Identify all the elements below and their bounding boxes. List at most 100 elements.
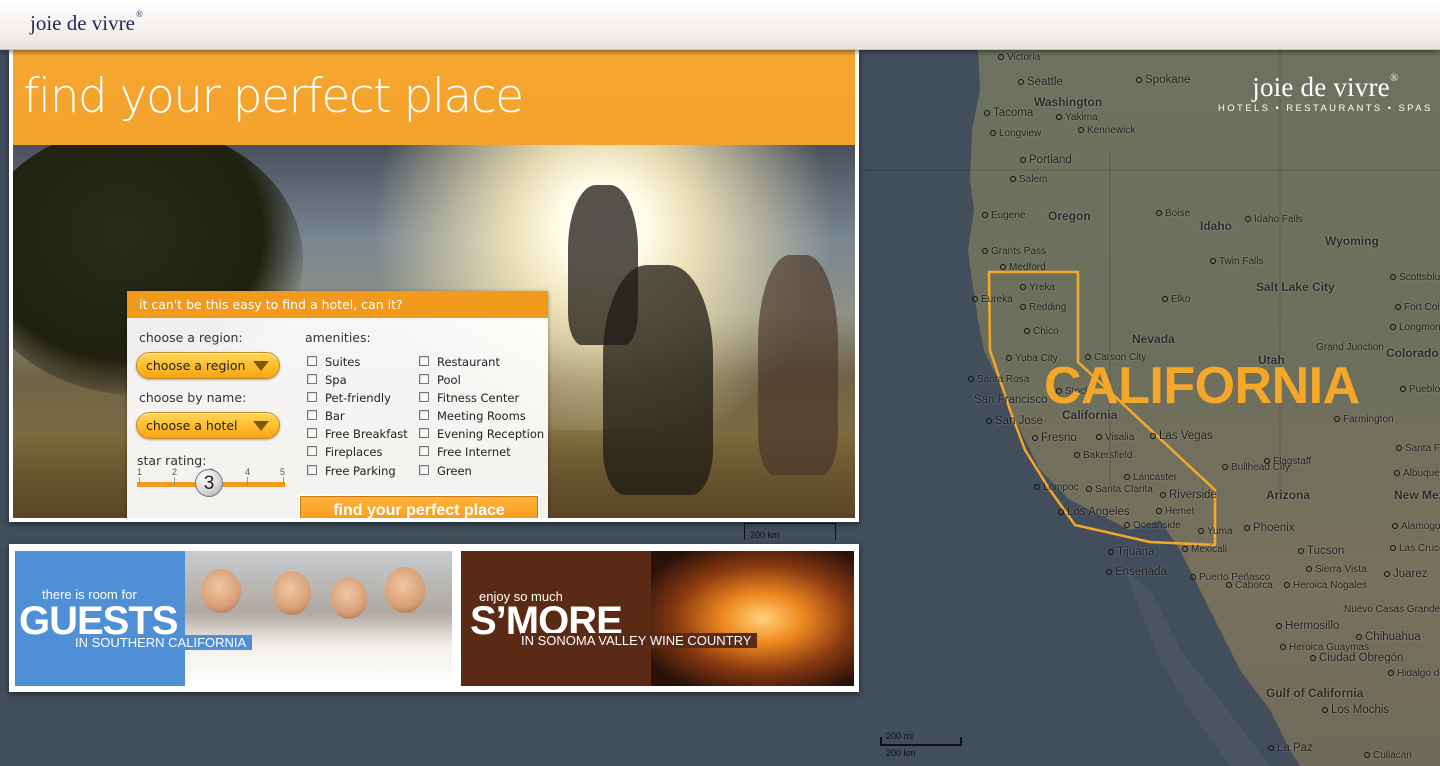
star-tick [283,477,284,485]
promo-strip: there is room for GUESTS IN SOUTHERN CAL… [9,544,859,692]
map-label: Lompoc [1034,482,1079,493]
amenity-checkbox[interactable]: Bar [307,409,345,423]
amenity-checkbox[interactable]: Free Breakfast [307,427,408,441]
map-label: Los Angeles [1058,506,1130,518]
map-label: Alamogordo [1392,521,1440,532]
map-label: Gulf of California [1266,686,1364,700]
map-label: Phoenix [1244,522,1295,534]
checkbox-icon [307,427,317,438]
promo-smore-banner[interactable]: enjoy so much S’MORE IN SONOMA VALLEY WI… [461,551,854,686]
map-label: Albuquerque [1394,468,1440,479]
checkbox-icon [307,373,317,384]
map-brand-tagline: HOTELS • RESTAURANTS • SPAS [1218,103,1433,114]
map-label: Portland [1020,154,1072,166]
map-label: Las Vegas [1150,430,1213,442]
map-label: Flagstaff [1264,456,1311,467]
map-label: Elko [1162,294,1190,305]
hero-title: find your perfect place [23,69,524,124]
checkbox-icon [419,427,429,438]
hotel-search-form: it can't be this easy to find a hotel, c… [127,291,548,518]
map-label: Nuevo Casas Grandes [1344,604,1440,615]
map-scale-mi: 200 mi [886,731,914,741]
amenity-checkbox[interactable]: Suites [307,355,360,369]
map-label: Tacoma [984,107,1033,119]
promo-guests-photo [185,551,452,686]
face-shape [331,577,367,619]
map-label: Wyoming [1325,234,1379,248]
region-dropdown[interactable]: choose a region [136,352,280,379]
map-label: Longview [990,128,1041,139]
map-label: Eureka [972,294,1013,305]
amenity-checkbox[interactable]: Free Internet [419,445,511,459]
chevron-down-icon [253,361,269,371]
checkbox-icon [419,445,429,456]
amenity-checkbox[interactable]: Evening Reception [419,427,544,441]
map-label: Bakersfield [1074,450,1132,461]
map-label: Grants Pass [982,246,1046,257]
site-logo[interactable]: joie de vivre® [30,9,143,36]
amenity-checkbox[interactable]: Spa [307,373,347,387]
map-label: Sierra Vista [1306,564,1367,575]
amenity-checkbox[interactable]: Free Parking [307,464,396,478]
map-brand-title: joie de vivre® [1252,72,1399,102]
amenity-checkbox[interactable]: Meeting Rooms [419,409,526,423]
promo-smore-tagline: IN SONOMA VALLEY WINE COUNTRY [521,633,758,648]
map-label: Oceanside [1124,520,1181,531]
region-dropdown-value: choose a region [146,358,246,373]
map-label: Visalia [1096,432,1134,443]
checkbox-icon [307,464,317,475]
checkbox-icon [307,445,317,456]
promo-guests-banner[interactable]: there is room for GUESTS IN SOUTHERN CAL… [15,551,452,686]
star-rating-slider[interactable]: 1 2 3 4 5 3 [137,467,285,497]
star-tick-label: 5 [280,467,286,477]
star-tick-label: 4 [245,467,251,477]
map-label: Ensenada [1106,566,1167,578]
map-label: Juarez [1384,568,1428,580]
find-place-button[interactable]: find your perfect place [300,496,538,518]
map-label: Heroica Nogales [1284,580,1367,591]
promo-guests-tagline: IN SOUTHERN CALIFORNIA [75,635,253,650]
chevron-down-icon [253,421,269,431]
hotel-dropdown[interactable]: choose a hotel [136,412,280,439]
map-label: Washington [1034,95,1103,109]
map-label: San Jose [986,415,1043,427]
map-label: Salt Lake City [1256,280,1335,294]
amenity-checkbox[interactable]: Pet-friendly [307,391,391,405]
amenity-checkbox[interactable]: Fitness Center [419,391,519,405]
map-scale-km: 200 km [886,748,916,758]
map-label: Riverside [1160,489,1217,501]
checkbox-icon [307,355,317,366]
promo-smore-photo [651,551,854,686]
map-label: Los Mochis [1322,704,1389,716]
map-label: Grand Junction [1316,342,1384,353]
amenity-checkbox[interactable]: Green [419,464,472,478]
amenities-label: amenities: [305,330,371,345]
checkbox-icon [307,391,317,402]
checkbox-icon [307,409,317,420]
search-headline: it can't be this easy to find a hotel, c… [127,291,548,318]
person-silhouette [758,255,838,475]
checkbox-icon [419,391,429,402]
map-label: Longmont [1390,322,1440,333]
star-tick [139,477,140,485]
map-brand: joie de vivre® HOTELS • RESTAURANTS • SP… [1218,72,1433,114]
star-rating-label: star rating: [137,453,207,468]
map-label: Ciudad Obregón [1310,652,1403,664]
hero-title-bar: find your perfect place [13,50,855,145]
star-rating-knob[interactable]: 3 [195,469,223,497]
map-label: Medford [1000,262,1046,273]
amenity-checkbox[interactable]: Pool [419,373,461,387]
map-label: Santa Rosa [968,374,1029,385]
amenity-checkbox[interactable]: Fireplaces [307,445,382,459]
amenity-checkbox[interactable]: Restaurant [419,355,500,369]
map-label: Tucson [1298,545,1344,557]
map-label: Culiacan [1364,750,1412,761]
star-tick [247,477,248,485]
map-label: Caborca [1226,580,1273,591]
hero-photo: it can't be this easy to find a hotel, c… [13,145,855,518]
hotel-name-label: choose by name: [139,390,247,405]
map-label: Fresno [1032,432,1077,444]
map-label: Santa Clarita [1086,484,1153,495]
map-label: Pueblo [1400,384,1440,395]
map-label: Yakima [1056,112,1098,123]
